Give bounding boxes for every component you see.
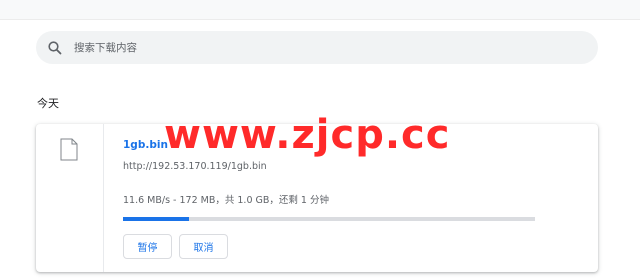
watermark: www.zjcp.cc [164,112,451,158]
download-progress-fill [123,217,189,221]
download-progress-bar [123,217,535,221]
pause-button[interactable]: 暂停 [123,234,172,259]
search-input[interactable] [74,31,574,64]
file-icon [60,138,78,161]
date-header: 今天 [37,97,59,110]
card-divider [103,124,104,272]
search-icon [48,41,62,55]
top-strip [0,0,640,20]
cancel-button[interactable]: 取消 [179,234,228,259]
download-status: 11.6 MB/s - 172 MB，共 1.0 GB，还剩 1 分钟 [123,195,329,206]
file-url[interactable]: http://192.53.170.119/1gb.bin [123,161,267,172]
search-bar[interactable] [36,31,598,64]
file-name-link[interactable]: 1gb.bin [123,139,168,151]
